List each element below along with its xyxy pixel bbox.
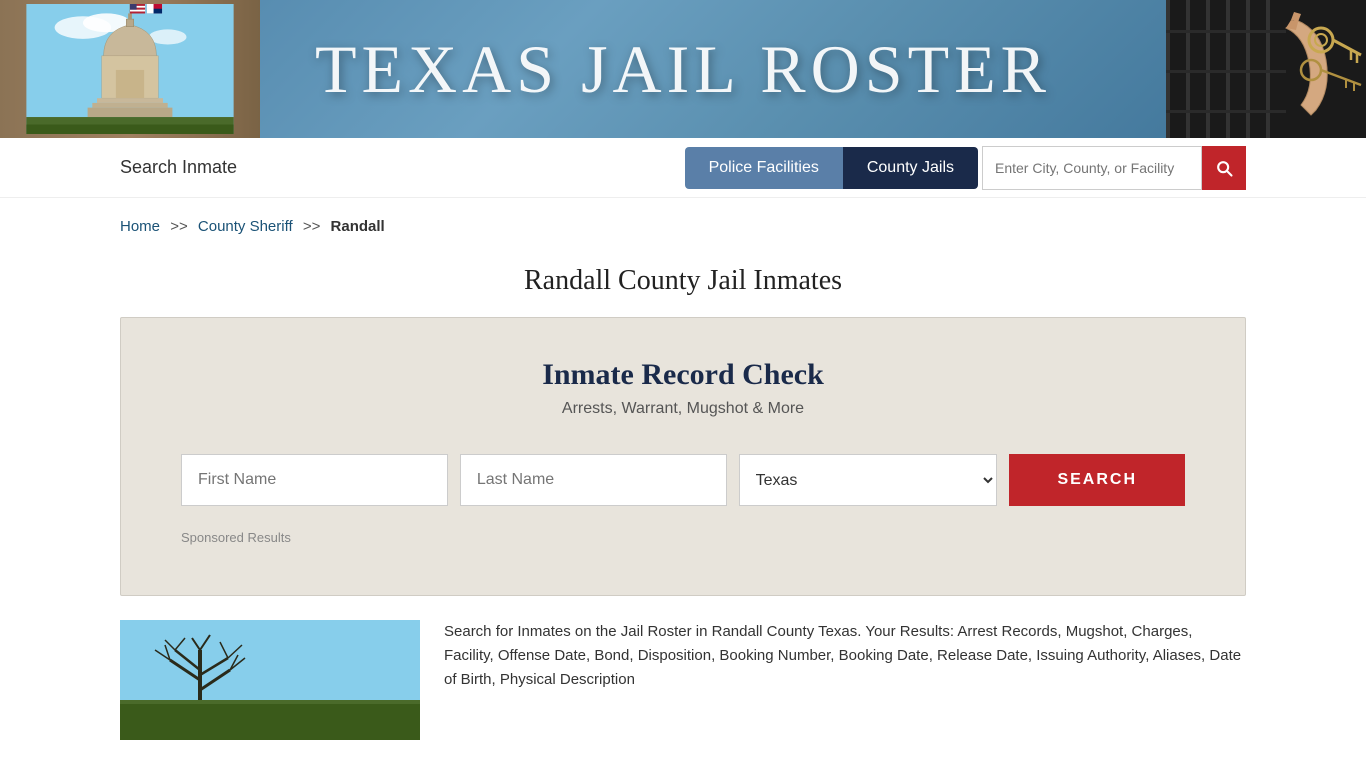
record-check-title: Inmate Record Check: [181, 358, 1185, 392]
breadcrumb-county-sheriff[interactable]: County Sheriff: [198, 218, 293, 235]
police-facilities-button[interactable]: Police Facilities: [685, 147, 843, 189]
bottom-description: Search for Inmates on the Jail Roster in…: [444, 620, 1246, 740]
nav-search-box: [982, 146, 1246, 190]
county-jails-button[interactable]: County Jails: [843, 147, 978, 189]
breadcrumb-separator-2: >>: [303, 218, 321, 235]
sponsored-results-label: Sponsored Results: [181, 530, 1185, 545]
bottom-image: [120, 620, 420, 740]
header-image-right: [1166, 0, 1366, 138]
facility-search-input[interactable]: [982, 146, 1202, 190]
record-check-form: AlabamaAlaskaArizonaArkansasCaliforniaCo…: [181, 454, 1185, 506]
nav-bar: Search Inmate Police Facilities County J…: [0, 138, 1366, 198]
search-icon: [1214, 158, 1234, 178]
last-name-input[interactable]: [460, 454, 727, 506]
breadcrumb-home[interactable]: Home: [120, 218, 160, 235]
bottom-section: Search for Inmates on the Jail Roster in…: [0, 620, 1366, 740]
header-image-left: [0, 0, 260, 138]
state-select[interactable]: AlabamaAlaskaArizonaArkansasCaliforniaCo…: [739, 454, 998, 506]
breadcrumb-separator-1: >>: [170, 218, 188, 235]
first-name-input[interactable]: [181, 454, 448, 506]
record-check-container: Inmate Record Check Arrests, Warrant, Mu…: [120, 317, 1246, 596]
search-inmate-label: Search Inmate: [120, 157, 237, 178]
nav-buttons: Police Facilities County Jails: [685, 146, 1246, 190]
header-title: Texas Jail Roster: [315, 30, 1051, 109]
record-search-button[interactable]: SEARCH: [1009, 454, 1185, 506]
record-check-subtitle: Arrests, Warrant, Mugshot & More: [181, 400, 1185, 418]
breadcrumb-current: Randall: [331, 218, 385, 235]
breadcrumb: Home >> County Sheriff >> Randall: [0, 198, 1366, 255]
page-title: Randall County Jail Inmates: [0, 265, 1366, 297]
header-banner: Texas Jail Roster: [0, 0, 1366, 138]
facility-search-button[interactable]: [1202, 146, 1246, 190]
